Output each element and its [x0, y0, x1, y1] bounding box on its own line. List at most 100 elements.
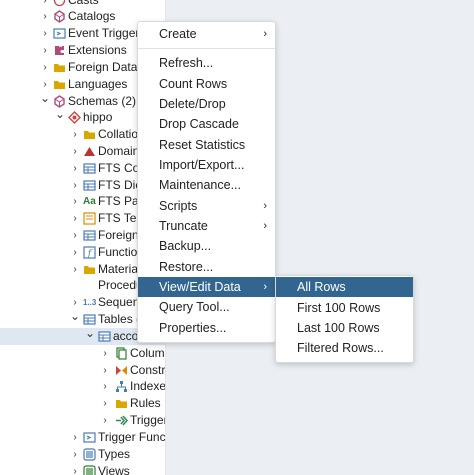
menu-item-view-edit-data[interactable]: View/Edit Data ›	[138, 277, 275, 297]
tree-item-triggers[interactable]: › Triggers	[0, 412, 165, 429]
tree-item-label: hippo	[83, 110, 113, 124]
submenu-item-first-100-rows[interactable]: First 100 Rows	[276, 298, 413, 318]
tree-item-label: Event Triggers	[68, 26, 146, 40]
triggers-icon	[115, 414, 128, 427]
materialized-view-icon	[83, 263, 96, 276]
chevron-right-icon[interactable]: ›	[70, 160, 80, 177]
procedures-icon	[83, 279, 96, 292]
menu-item-label: Properties...	[159, 321, 227, 335]
trigger-functions-icon	[83, 431, 96, 444]
tree-item-label: Types	[98, 447, 131, 461]
menu-item-backup[interactable]: Backup...	[138, 236, 275, 256]
chevron-right-icon[interactable]: ›	[100, 362, 110, 379]
fts-template-icon	[83, 212, 96, 225]
tree-item-label: Triggers	[130, 413, 165, 427]
rules-icon	[115, 397, 128, 410]
chevron-right-icon: ›	[263, 220, 267, 232]
chevron-down-icon[interactable]: ⌄	[70, 308, 80, 325]
event-triggers-icon	[53, 27, 66, 40]
languages-icon	[53, 78, 66, 91]
tree-item-label: Indexes	[130, 379, 166, 393]
chevron-right-icon[interactable]: ›	[100, 345, 110, 362]
menu-item-maintenance[interactable]: Maintenance...	[138, 175, 275, 195]
submenu-item-last-100-rows[interactable]: Last 100 Rows	[276, 318, 413, 338]
catalogs-icon	[53, 10, 66, 23]
chevron-right-icon[interactable]: ›	[70, 193, 80, 210]
chevron-right-icon[interactable]: ›	[70, 261, 80, 278]
submenu-item-label: All Rows	[297, 280, 346, 294]
tree-item-rules[interactable]: › Rules	[0, 395, 165, 412]
chevron-right-icon: ›	[263, 28, 267, 40]
collation-icon	[83, 128, 96, 141]
chevron-right-icon[interactable]: ›	[70, 244, 80, 261]
submenu-item-all-rows[interactable]: All Rows	[276, 277, 413, 297]
chevron-right-icon[interactable]: ›	[70, 429, 80, 446]
chevron-right-icon: ›	[263, 200, 267, 212]
chevron-right-icon[interactable]: ›	[40, 25, 50, 42]
menu-item-label: Count Rows	[159, 77, 228, 91]
menu-item-truncate[interactable]: Truncate ›	[138, 216, 275, 236]
constraints-icon	[115, 364, 128, 377]
tree-item-label: Constrai	[130, 363, 166, 377]
chevron-right-icon[interactable]: ›	[40, 59, 50, 76]
menu-item-delete-drop[interactable]: Delete/Drop	[138, 94, 275, 114]
menu-divider	[138, 48, 275, 49]
menu-item-label: Restore...	[159, 260, 214, 274]
tree-item-columns[interactable]: › Columns	[0, 345, 165, 362]
tree-item-indexes[interactable]: › Indexes	[0, 378, 165, 395]
tree-item-label: Schemas (2)	[68, 94, 137, 108]
chevron-right-icon[interactable]: ›	[100, 378, 110, 395]
menu-item-label: Refresh...	[159, 56, 214, 70]
menu-item-create[interactable]: Create ›	[138, 24, 275, 44]
menu-item-reset-statistics[interactable]: Reset Statistics	[138, 135, 275, 155]
chevron-right-icon[interactable]: ›	[40, 8, 50, 25]
menu-item-scripts[interactable]: Scripts ›	[138, 196, 275, 216]
chevron-right-icon[interactable]: ›	[70, 126, 80, 143]
chevron-right-icon[interactable]: ›	[70, 143, 80, 160]
tree-item-trigger-functio[interactable]: › Trigger Functio	[0, 429, 165, 446]
context-menu: Create › Refresh... Count Rows Delete/Drop Dr…	[137, 21, 276, 343]
tree-item-label: Catalogs	[68, 9, 116, 23]
chevron-right-icon[interactable]: ›	[70, 210, 80, 227]
chevron-down-icon[interactable]: ⌄	[40, 90, 50, 107]
chevron-down-icon[interactable]: ⌄	[85, 325, 95, 342]
menu-item-refresh[interactable]: Refresh...	[138, 53, 275, 73]
menu-item-import-export[interactable]: Import/Export...	[138, 155, 275, 175]
foreign-data-wrapper-icon	[53, 61, 66, 74]
chevron-right-icon[interactable]: ›	[70, 227, 80, 244]
menu-item-label: Import/Export...	[159, 158, 245, 172]
menu-item-label: View/Edit Data	[159, 280, 241, 294]
tree-item-label: Rules	[130, 396, 161, 410]
chevron-right-icon[interactable]: ›	[100, 395, 110, 412]
menu-item-label: Backup...	[159, 239, 212, 253]
chevron-right-icon[interactable]: ›	[70, 177, 80, 194]
tree-item-constrai[interactable]: › Constrai	[0, 362, 165, 379]
chevron-right-icon[interactable]: ›	[100, 412, 110, 429]
functions-icon: f	[83, 246, 96, 259]
menu-item-label: Scripts	[159, 199, 198, 213]
menu-item-drop-cascade[interactable]: Drop Cascade	[138, 114, 275, 134]
sequences-icon: 1..3	[83, 298, 97, 307]
chevron-right-icon[interactable]: ›	[70, 446, 80, 463]
menu-item-label: Drop Cascade	[159, 117, 239, 131]
menu-item-properties[interactable]: Properties...	[138, 318, 275, 338]
menu-item-label: Maintenance...	[159, 178, 241, 192]
fts-dictionary-icon	[83, 179, 96, 192]
submenu-item-label: Filtered Rows...	[297, 341, 384, 355]
chevron-right-icon[interactable]: ›	[70, 463, 80, 475]
menu-item-label: Delete/Drop	[159, 97, 226, 111]
tree-item-types[interactable]: › Types	[0, 446, 165, 463]
menu-item-count-rows[interactable]: Count Rows	[138, 74, 275, 94]
menu-item-query-tool[interactable]: Query Tool...	[138, 297, 275, 317]
domains-icon	[83, 145, 96, 158]
chevron-down-icon[interactable]: ⌄	[55, 106, 65, 123]
submenu-item-label: First 100 Rows	[297, 301, 381, 315]
chevron-right-icon[interactable]: ›	[40, 42, 50, 59]
submenu-item-filtered-rows[interactable]: Filtered Rows...	[276, 338, 413, 358]
tree-item-label: Columns	[130, 346, 165, 360]
extensions-icon	[53, 44, 66, 57]
tree-item-views[interactable]: › Views	[0, 463, 165, 475]
menu-item-restore[interactable]: Restore...	[138, 257, 275, 277]
table-icon	[98, 330, 111, 343]
menu-item-label: Create	[159, 27, 197, 41]
